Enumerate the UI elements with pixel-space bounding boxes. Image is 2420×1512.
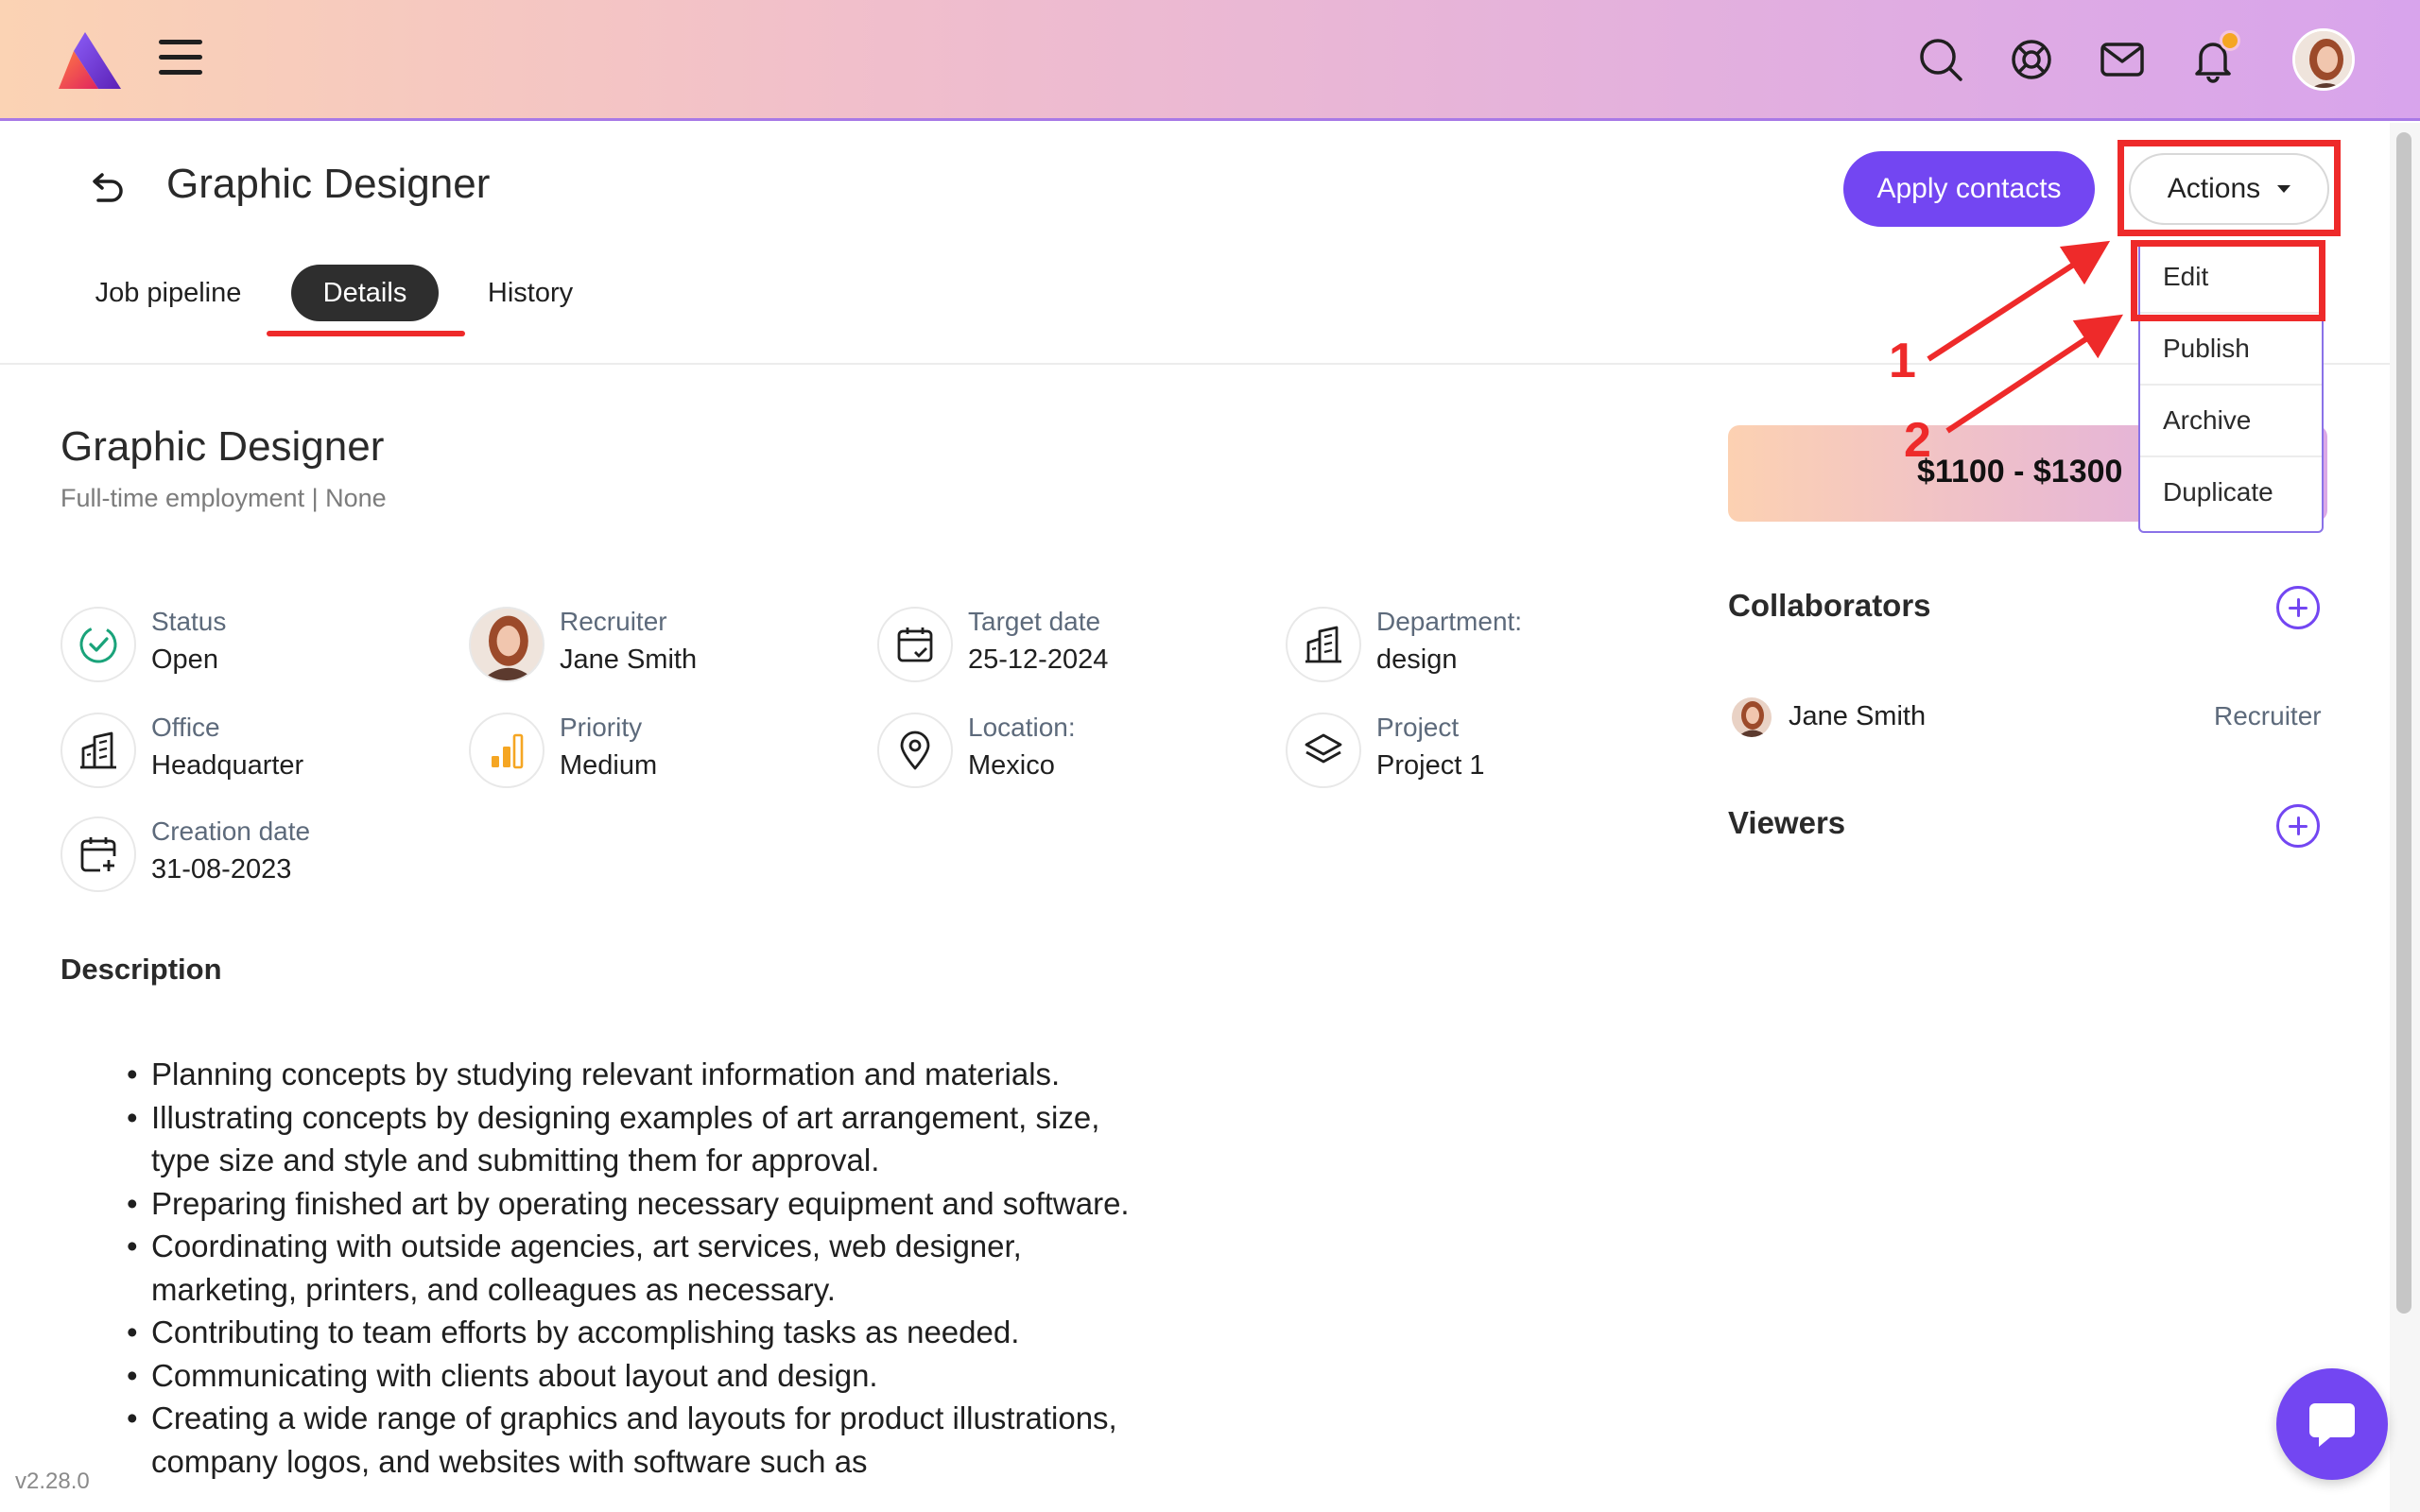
chat-button[interactable] (2276, 1368, 2388, 1480)
mail-icon[interactable] (2099, 36, 2146, 83)
add-collaborator-button[interactable] (2276, 586, 2320, 629)
info-value: 31-08-2023 (151, 854, 292, 885)
collaborators-heading: Collaborators (1728, 588, 1931, 623)
info-value: Headquarter (151, 750, 304, 781)
collaborator-name: Jane Smith (1789, 701, 1927, 731)
apply-contacts-button[interactable]: Apply contacts (1843, 151, 2095, 227)
job-subtitle: Full-time employment | None (60, 484, 387, 512)
info-value: Project 1 (1376, 750, 1485, 781)
info-target-date: Target date 25-12-2024 (877, 607, 1274, 692)
info-label: Office (151, 713, 220, 742)
recruiter-avatar (469, 607, 544, 682)
tab-history[interactable]: History (463, 265, 597, 321)
app-version: v2.28.0 (15, 1469, 90, 1494)
menu-item-duplicate[interactable]: Duplicate (2140, 457, 2322, 527)
priority-bars-icon (469, 713, 544, 788)
app-logo[interactable] (57, 30, 123, 91)
info-value: Medium (560, 750, 658, 781)
collaborator-avatar (1732, 697, 1772, 737)
info-recruiter: Recruiter Jane Smith (469, 607, 866, 692)
description-item: Preparing finished art by operating nece… (121, 1182, 1142, 1226)
tab-details[interactable]: Details (291, 265, 439, 321)
help-lifebuoy-icon[interactable] (2008, 36, 2055, 83)
description-item: Contributing to team efforts by accompli… (121, 1311, 1142, 1354)
active-tab-underline (267, 331, 465, 336)
layers-icon (1286, 713, 1361, 788)
description-item: Communicating with clients about layout … (121, 1354, 1142, 1398)
description-item: Creating a wide range of graphics and la… (121, 1397, 1142, 1483)
info-value: 25-12-2024 (968, 644, 1109, 675)
hamburger-icon[interactable] (159, 40, 202, 77)
info-label: Priority (560, 713, 643, 742)
notification-dot (2220, 30, 2240, 51)
info-label: Recruiter (560, 607, 667, 636)
info-location: Location: Mexico (877, 713, 1274, 798)
status-check-icon (60, 607, 136, 682)
description-item: Planning concepts by studying relevant i… (121, 1053, 1142, 1096)
info-creation-date: Creation date 31-08-2023 (60, 816, 458, 902)
arrow-2 (1945, 314, 2124, 434)
menu-item-archive[interactable]: Archive (2140, 386, 2322, 455)
add-viewer-button[interactable] (2276, 804, 2320, 848)
top-bar (0, 0, 2420, 121)
arrow-1 (1927, 240, 2111, 362)
menu-item-publish[interactable]: Publish (2140, 314, 2322, 384)
info-label: Creation date (151, 816, 311, 846)
annotation-number-2: 2 (1904, 413, 1931, 468)
info-label: Project (1376, 713, 1460, 742)
user-avatar[interactable] (2292, 28, 2355, 91)
search-icon[interactable] (1917, 36, 1964, 83)
info-office: Office Headquarter (60, 713, 458, 798)
scrollbar-thumb[interactable] (2396, 132, 2411, 1314)
info-status: Status Open (60, 607, 458, 692)
info-value: design (1376, 644, 1458, 675)
annotation-box-edit (2131, 240, 2325, 321)
header-divider (0, 363, 2390, 365)
description-item: Illustrating concepts by designing examp… (121, 1096, 1142, 1182)
collaborator-role: Recruiter (2214, 701, 2322, 730)
info-label: Target date (968, 607, 1101, 636)
calendar-plus-icon (60, 816, 136, 892)
office-building-icon (60, 713, 136, 788)
description-heading: Description (60, 953, 222, 986)
annotation-box-actions (2118, 140, 2341, 236)
page-title: Graphic Designer (166, 161, 491, 207)
info-department: Department: design (1286, 607, 1683, 692)
building-icon (1286, 607, 1361, 682)
info-label: Location: (968, 713, 1076, 742)
location-pin-icon (877, 713, 953, 788)
info-label: Status (151, 607, 227, 636)
info-label: Department: (1376, 607, 1523, 636)
description-item: Coordinating with outside agencies, art … (121, 1225, 1142, 1311)
info-priority: Priority Medium (469, 713, 866, 798)
salary-range: $1100 - $1300 (1917, 454, 2123, 490)
back-arrow-icon[interactable] (83, 166, 129, 212)
description-list: Planning concepts by studying relevant i… (121, 1053, 1142, 1483)
info-project: Project Project 1 (1286, 713, 1683, 798)
annotation-number-1: 1 (1889, 334, 1916, 388)
info-value: Mexico (968, 750, 1055, 781)
job-title: Graphic Designer (60, 423, 385, 470)
calendar-check-icon (877, 607, 953, 682)
info-value: Open (151, 644, 218, 675)
info-value: Jane Smith (560, 644, 698, 675)
chat-bubble-icon (2309, 1403, 2355, 1447)
viewers-heading: Viewers (1728, 805, 1846, 840)
tab-job-pipeline[interactable]: Job pipeline (66, 265, 270, 321)
